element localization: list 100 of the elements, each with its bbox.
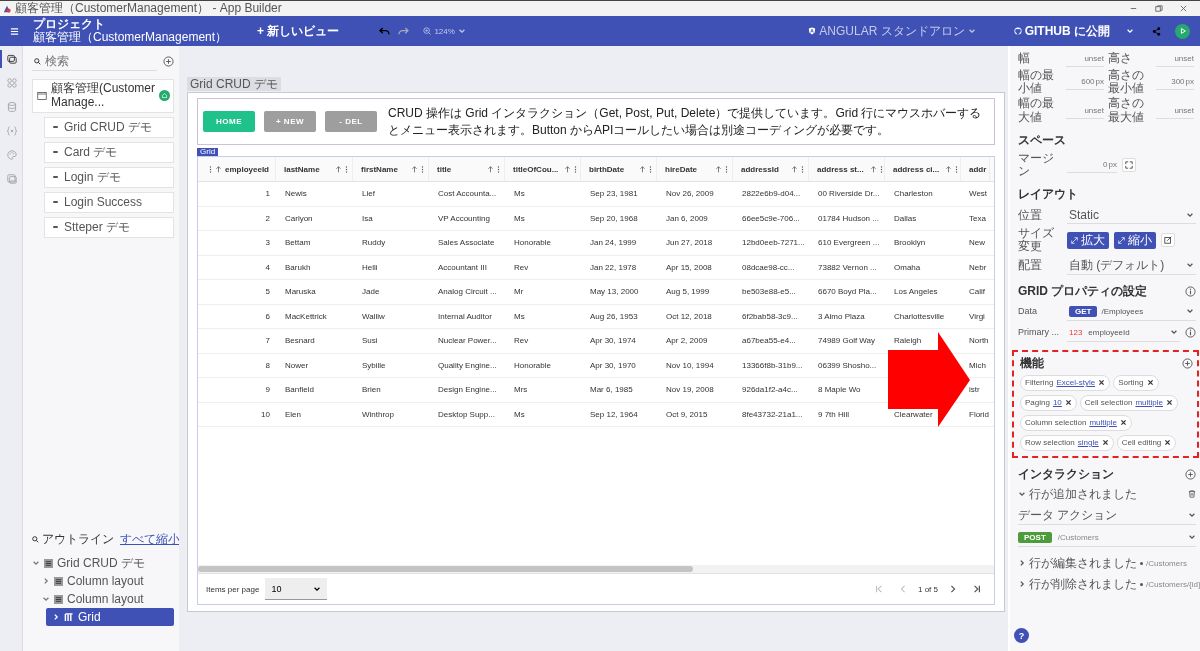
input-field[interactable]: unset [1156,51,1194,67]
trash-icon[interactable] [1188,490,1196,498]
more-icon[interactable] [879,165,883,173]
column-header[interactable]: hireDate [657,157,733,181]
zoom-dropdown[interactable]: 124% [423,26,466,36]
new-view-button[interactable]: + 新しいビュー [257,22,340,40]
align-dropdown[interactable]: 自動 (デフォルト) [1067,256,1196,275]
edit-icon[interactable] [1161,233,1175,248]
more-icon[interactable] [345,165,348,173]
more-icon[interactable] [955,165,959,173]
action-dropdown[interactable]: データ アクション [1018,506,1196,525]
add-icon[interactable] [1182,357,1193,369]
chevron-right-icon[interactable] [42,577,50,585]
remove-icon[interactable] [1166,399,1173,406]
column-header[interactable]: firstName [353,157,429,181]
feature-chip[interactable]: Filtering Excel-style [1020,374,1111,391]
view-item[interactable]: Card デモ [44,141,174,163]
column-header[interactable]: addr [961,157,990,181]
endpoint-dropdown[interactable]: POST /Customers [1018,528,1196,547]
input-field[interactable]: unset [1066,51,1104,67]
publish-button[interactable]: GITHUB に公開 [1013,22,1110,40]
caret-icon[interactable] [1170,328,1178,336]
outline-item[interactable]: Grid CRUD デモ [26,554,174,572]
sort-icon[interactable] [564,165,572,173]
app-item[interactable]: 顧客管理(CustomerManage... [32,79,174,113]
column-header[interactable]: titleOfCou... [505,157,581,181]
column-header[interactable]: addressId [733,157,809,181]
sort-icon[interactable] [335,165,342,173]
share-icon[interactable] [1152,26,1161,36]
last-page-icon[interactable] [973,585,981,593]
page-size-select[interactable]: 10 [265,578,328,600]
sort-icon[interactable] [639,165,646,173]
feature-chip[interactable]: Sorting [1113,374,1159,391]
column-header[interactable]: birthDate [581,157,657,181]
remove-icon[interactable] [1101,439,1109,446]
input-field[interactable]: 300 px [1156,74,1194,91]
expand-icon[interactable] [1122,157,1136,172]
caret-icon[interactable] [1186,261,1194,269]
chevron-right-icon[interactable] [1018,559,1026,567]
caret-icon[interactable] [1186,307,1194,315]
column-header[interactable]: lastName [276,157,353,181]
sort-icon[interactable] [487,165,494,173]
feature-chip[interactable]: Cell selection multiple [1079,394,1178,411]
sort-icon[interactable] [791,165,798,173]
sort-icon[interactable] [215,165,222,173]
position-dropdown[interactable]: Static [1067,206,1196,225]
next-page-icon[interactable] [949,585,957,593]
outline-item[interactable]: Grid [46,608,174,626]
feature-chip[interactable]: Row selection single [1020,434,1114,451]
info-icon[interactable] [1185,327,1196,338]
sort-icon[interactable] [869,165,877,173]
add-icon[interactable] [1185,468,1196,480]
feature-chip[interactable]: Column selection multiple [1020,414,1132,431]
collapse-all-link[interactable]: すべて縮小 [120,531,180,548]
info-icon[interactable] [1185,285,1196,297]
caret-icon[interactable] [1188,511,1196,519]
redo-icon[interactable] [398,26,410,36]
outline-item[interactable]: Column layout [36,590,174,608]
more-icon[interactable] [421,165,424,173]
chevron-down-icon[interactable] [42,595,50,603]
view-item[interactable]: Login Success [44,191,174,213]
remove-icon[interactable] [1119,419,1127,426]
scrollbar-thumb[interactable] [198,566,693,572]
remove-icon[interactable] [1098,379,1106,386]
data-source-dropdown[interactable]: GET /Employees [1067,302,1196,321]
caret-icon[interactable] [1126,27,1134,35]
search-field[interactable]: 検索 [45,54,125,68]
more-icon[interactable] [574,165,578,173]
column-header[interactable]: title [429,157,505,181]
input-field[interactable]: 600 px [1066,74,1104,91]
chevron-right-icon[interactable] [1018,580,1026,588]
view-item[interactable]: Stteper デモ [44,216,174,238]
caret-icon[interactable] [1188,533,1196,541]
chevron-down-icon[interactable] [32,559,40,567]
menu-icon[interactable] [10,26,19,36]
view-item[interactable]: Login デモ [44,166,174,188]
resize-button[interactable]: 拡大 [1067,231,1109,249]
resize-button[interactable]: 縮小 [1114,231,1156,249]
primary-key-dropdown[interactable]: 123 employeeId [1067,323,1180,342]
column-header[interactable]: address ci... [885,157,961,181]
more-icon[interactable] [649,165,652,173]
feature-chip[interactable]: Cell editing [1116,434,1177,451]
interaction-label[interactable]: 行が削除されました [1029,575,1137,593]
run-button[interactable] [1175,23,1190,39]
close-icon[interactable] [1179,4,1188,13]
undo-icon[interactable] [379,26,391,36]
input-field[interactable]: unset [1066,102,1104,119]
view-item[interactable]: Grid CRUD デモ [44,116,174,138]
column-header[interactable]: employeeId [198,157,276,181]
remove-icon[interactable] [1064,399,1072,406]
framework-dropdown[interactable]: ANGULAR スタンドアロン [808,22,976,40]
input-field[interactable]: 0 px [1067,156,1117,173]
sort-icon[interactable] [715,165,722,173]
chevron-right-icon[interactable] [52,613,60,621]
interaction-label[interactable]: 行が編集されました [1029,554,1137,572]
sort-icon[interactable] [945,165,953,173]
chevron-down-icon[interactable] [1018,490,1026,498]
interaction-label[interactable]: 行が追加されました [1029,485,1137,503]
sort-icon[interactable] [411,165,418,173]
remove-icon[interactable] [1146,379,1154,386]
